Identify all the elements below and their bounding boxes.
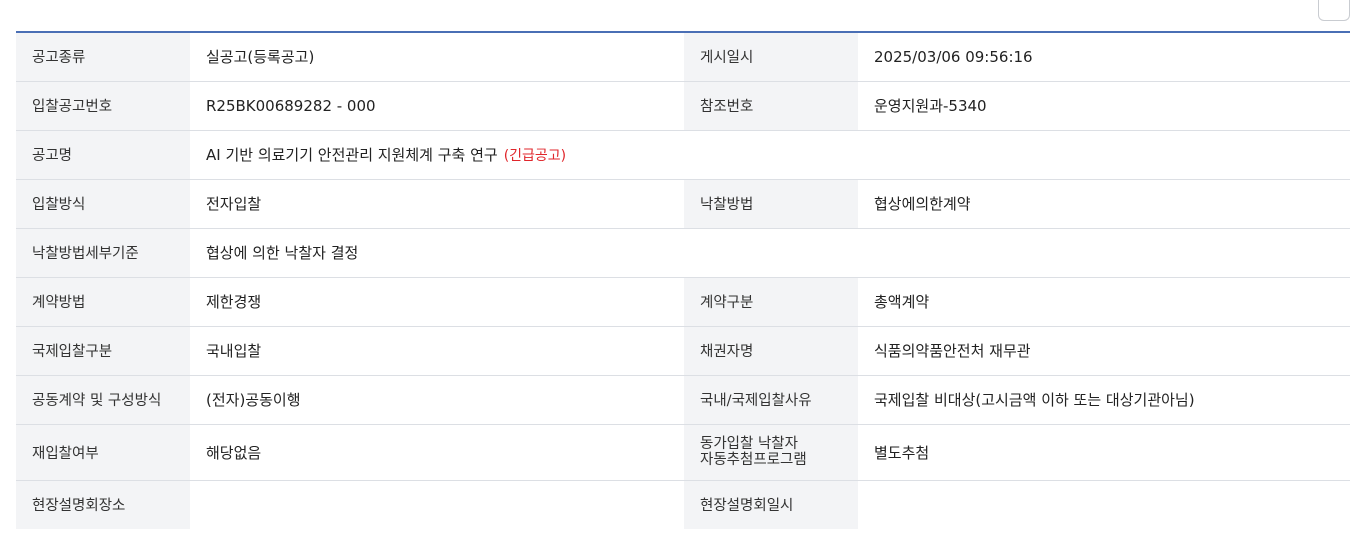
- label-notice-type: 공고종류: [16, 32, 190, 82]
- label-award-method: 낙찰방법: [684, 179, 858, 229]
- label-joint-contract: 공동계약 및 구성방식: [16, 375, 190, 425]
- table-row: 입찰공고번호 R25BK00689282 - 000 참조번호 운영지원과-53…: [16, 81, 1350, 131]
- label-contract-type: 계약구분: [684, 277, 858, 327]
- value-intl-bid-type: 국내입찰: [190, 326, 684, 376]
- value-contract-method: 제한경쟁: [190, 277, 684, 327]
- value-domestic-intl-reason: 국제입찰 비대상(고시금액 이하 또는 대상기관아님): [858, 375, 1350, 425]
- value-tie-lottery: 별도추첨: [858, 424, 1350, 481]
- label-tie-lottery-line1: 동가입찰 낙찰자: [700, 436, 798, 452]
- label-creditor-name: 채권자명: [684, 326, 858, 376]
- label-tie-lottery: 동가입찰 낙찰자 자동추첨프로그램: [684, 424, 858, 481]
- top-right-button[interactable]: [1318, 0, 1350, 21]
- value-bid-notice-number: R25BK00689282 - 000: [190, 81, 684, 131]
- value-reference-number: 운영지원과-5340: [858, 81, 1350, 131]
- table-row: 계약방법 제한경쟁 계약구분 총액계약: [16, 277, 1350, 327]
- table-row: 공고명 AI 기반 의료기기 안전관리 지원체계 구축 연구 (긴급공고): [16, 130, 1350, 180]
- value-site-briefing-place: [190, 480, 684, 529]
- label-reference-number: 참조번호: [684, 81, 858, 131]
- table-row: 국제입찰구분 국내입찰 채권자명 식품의약품안전처 재무관: [16, 326, 1350, 376]
- label-contract-method: 계약방법: [16, 277, 190, 327]
- table-row: 입찰방식 전자입찰 낙찰방법 협상에의한계약: [16, 179, 1350, 229]
- label-site-briefing-datetime: 현장설명회일시: [684, 480, 858, 529]
- value-notice-title-cell: AI 기반 의료기기 안전관리 지원체계 구축 연구 (긴급공고): [190, 130, 1350, 180]
- value-contract-type: 총액계약: [858, 277, 1350, 327]
- value-bid-method: 전자입찰: [190, 179, 684, 229]
- value-site-briefing-datetime: [858, 480, 1350, 529]
- value-posted-datetime: 2025/03/06 09:56:16: [858, 32, 1350, 82]
- value-rebid: 해당없음: [190, 424, 684, 481]
- value-notice-type: 실공고(등록공고): [190, 32, 684, 82]
- value-notice-title: AI 기반 의료기기 안전관리 지원체계 구축 연구: [206, 146, 498, 164]
- label-intl-bid-type: 국제입찰구분: [16, 326, 190, 376]
- label-bid-notice-number: 입찰공고번호: [16, 81, 190, 131]
- label-bid-method: 입찰방식: [16, 179, 190, 229]
- table-row: 낙찰방법세부기준 협상에 의한 낙찰자 결정: [16, 228, 1350, 278]
- label-posted-datetime: 게시일시: [684, 32, 858, 82]
- value-creditor-name: 식품의약품안전처 재무관: [858, 326, 1350, 376]
- label-site-briefing-place: 현장설명회장소: [16, 480, 190, 529]
- table-row: 공동계약 및 구성방식 (전자)공동이행 국내/국제입찰사유 국제입찰 비대상(…: [16, 375, 1350, 425]
- value-joint-contract: (전자)공동이행: [190, 375, 684, 425]
- table-row: 공고종류 실공고(등록공고) 게시일시 2025/03/06 09:56:16: [16, 32, 1350, 82]
- label-rebid: 재입찰여부: [16, 424, 190, 481]
- value-award-method: 협상에의한계약: [858, 179, 1350, 229]
- label-notice-title: 공고명: [16, 130, 190, 180]
- bid-notice-info-table: 공고종류 실공고(등록공고) 게시일시 2025/03/06 09:56:16 …: [16, 31, 1350, 529]
- table-row: 재입찰여부 해당없음 동가입찰 낙찰자 자동추첨프로그램 별도추첨: [16, 424, 1350, 481]
- urgent-notice-badge: (긴급공고): [503, 148, 567, 164]
- table-row: 현장설명회장소 현장설명회일시: [16, 480, 1350, 529]
- label-domestic-intl-reason: 국내/국제입찰사유: [684, 375, 858, 425]
- label-tie-lottery-line2: 자동추첨프로그램: [700, 452, 807, 468]
- value-award-criteria: 협상에 의한 낙찰자 결정: [190, 228, 1350, 278]
- label-award-criteria: 낙찰방법세부기준: [16, 228, 190, 278]
